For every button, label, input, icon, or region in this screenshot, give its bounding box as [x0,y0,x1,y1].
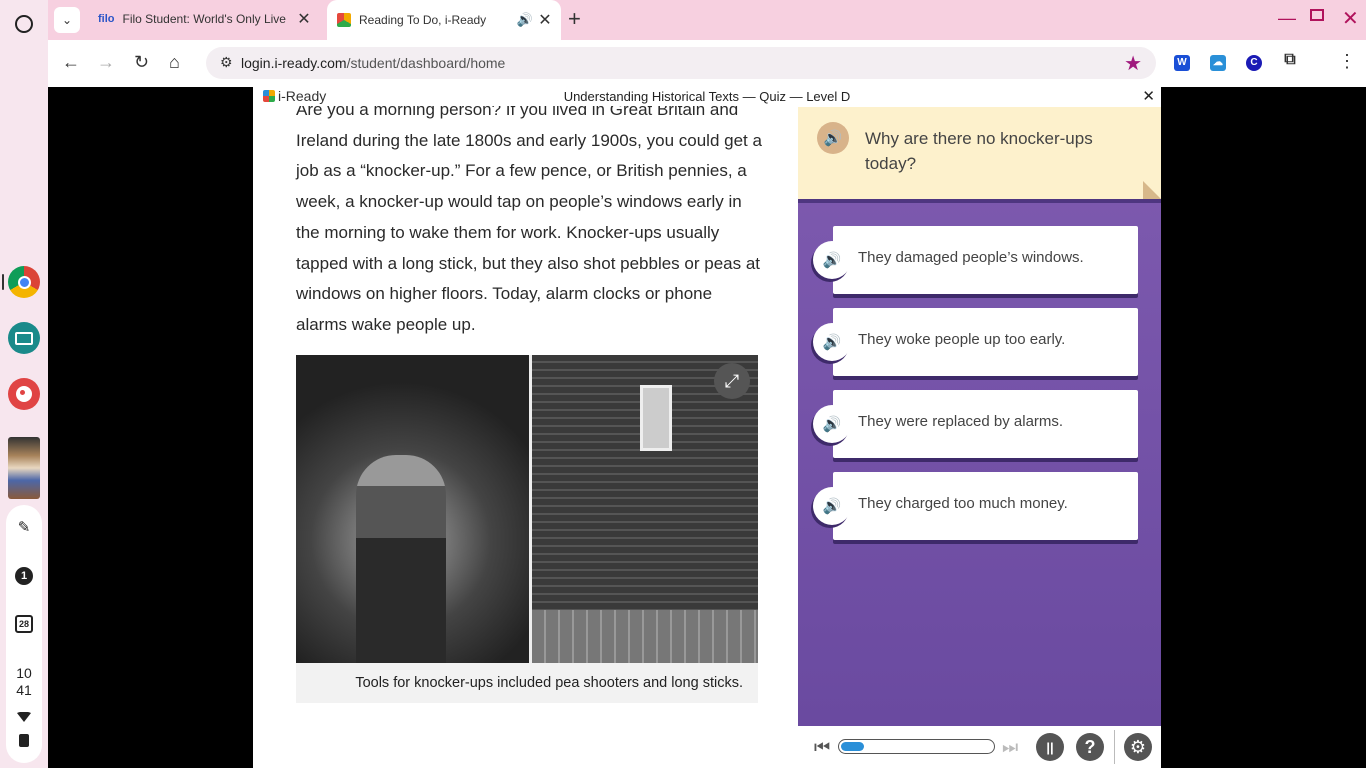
classroom-glyph-icon [15,331,33,345]
chromeos-shelf: ✎ 1 28 10 41 [0,0,48,768]
question-card: 🔊 Why are there no knocker-ups today? [798,107,1161,199]
browser-toolbar: ← → ↻ ⌂ ⚙ login.i-ready.com/student/dash… [48,40,1366,87]
choice-audio-icon[interactable]: 🔊 [813,241,851,279]
clock-minute: 41 [16,682,32,698]
previous-icon[interactable]: ⏮ [814,737,830,758]
window-close-icon[interactable]: ✕ [1342,6,1359,31]
tab-close-icon[interactable]: ✕ [294,9,314,29]
help-button[interactable]: ? [1076,733,1104,761]
choice-label: They damaged people’s windows. [858,249,1084,266]
question-panel: 🔊 Why are there no knocker-ups today? Th… [798,107,1161,726]
new-tab-button[interactable]: + [568,8,581,30]
question-audio-icon[interactable]: 🔊 [817,122,849,154]
reload-icon[interactable]: ↻ [134,52,149,73]
tab-strip: ⌄ filo Filo Student: World's Only Live ✕… [48,0,1366,40]
classroom-app-icon[interactable] [8,322,40,354]
lesson-title: Understanding Historical Texts — Quiz — … [563,89,851,104]
choice-audio-icon[interactable]: 🔊 [813,323,851,361]
paint-app-icon[interactable] [8,378,40,410]
tab-close-icon[interactable]: ✕ [535,10,555,30]
answer-choice-1[interactable]: They damaged people’s windows. [833,226,1138,294]
chrome-center-icon [17,275,31,289]
tab-title: Reading To Do, i-Ready [359,13,487,27]
choice-audio-icon[interactable]: 🔊 [813,487,851,525]
wifi-icon [17,712,31,722]
choice-label: They were replaced by alarms. [858,413,1064,430]
clock-hour: 10 [16,665,32,681]
progress-fill [841,742,864,751]
pea-shooter-photo [296,355,529,663]
iready-cube-icon [337,13,351,27]
choice-label: They woke people up too early. [858,331,1066,348]
choice-audio-icon[interactable]: 🔊 [813,405,851,443]
tab-audio-icon[interactable]: 🔊 [515,12,535,28]
site-info-icon[interactable]: ⚙ [220,54,233,71]
extension-w-icon[interactable]: W [1174,55,1190,71]
lesson-header: i-Ready Understanding Historical Texts —… [253,87,1161,106]
control-divider [1114,730,1115,764]
calendar-icon[interactable]: 28 [15,615,33,633]
progress-bar [838,739,995,754]
photo-caption: Tools for knocker-ups included pea shoot… [296,663,758,703]
extensions-puzzle-icon[interactable]: ⧉ [1282,52,1298,68]
question-text: Why are there no knocker-ups today? [865,129,1093,173]
reading-passage: Are you a morning person? If you lived i… [296,100,762,334]
answer-choice-2[interactable]: They woke people up too early. [833,308,1138,376]
chevron-down-icon: ⌄ [61,13,73,27]
extension-cloud-icon[interactable]: ☁ [1210,55,1226,71]
lesson-close-icon[interactable]: ✕ [1142,87,1155,105]
pinned-book-app-icon[interactable] [8,437,40,499]
lesson-controls: ⏮ ⏭ || ? ⚙ [798,726,1161,768]
browser-menu-icon[interactable]: ⋮ [1338,51,1356,72]
url-path: /student/dashboard/home [346,55,506,71]
minimize-icon[interactable]: — [1278,8,1296,29]
launcher-button[interactable] [8,8,40,40]
page-viewport: Are you a morning person? If you lived i… [48,87,1366,768]
tab-title: Filo Student: World's Only Live [122,12,286,26]
card-fold [1143,181,1161,199]
tab-search-button[interactable]: ⌄ [54,7,80,33]
bookmark-star-icon[interactable]: ★ [1124,51,1142,76]
extension-c-icon[interactable]: C [1246,55,1262,71]
next-icon[interactable]: ⏭ [1002,737,1018,758]
battery-icon [19,734,29,747]
knocker-up-photo: ⤢ [296,355,758,663]
filo-favicon-icon: filo [98,13,115,25]
expand-image-icon[interactable]: ⤢ [714,363,750,399]
launcher-icon [15,15,33,33]
forward-arrow-icon[interactable]: → [97,52,115,73]
home-icon[interactable]: ⌂ [169,52,180,73]
lesson-window: Are you a morning person? If you lived i… [253,87,1161,768]
palette-icon [16,386,32,402]
long-stick-photo [532,355,758,663]
clock[interactable]: 10 41 [6,665,42,699]
tab-filo[interactable]: filo Filo Student: World's Only Live ✕ [88,2,320,36]
answer-choice-3[interactable]: They were replaced by alarms. [833,390,1138,458]
tab-iready[interactable]: Reading To Do, i-Ready 🔊 ✕ [327,0,561,40]
stylus-pen-icon[interactable]: ✎ [6,518,42,536]
settings-gear-icon[interactable]: ⚙ [1124,733,1152,761]
chrome-app-icon[interactable] [8,266,40,298]
url-host: login.i-ready.com [241,55,347,71]
answer-choice-4[interactable]: They charged too much money. [833,472,1138,540]
running-indicator [2,274,4,290]
choice-label: They charged too much money. [858,495,1068,512]
status-area[interactable]: ✎ 1 28 10 41 [6,505,42,763]
url-text[interactable]: login.i-ready.com/student/dashboard/home [241,55,505,71]
maximize-icon[interactable] [1310,9,1324,21]
back-arrow-icon[interactable]: ← [62,52,80,73]
notification-badge[interactable]: 1 [15,567,33,585]
address-bar[interactable]: ⚙ login.i-ready.com/student/dashboard/ho… [206,47,1156,79]
pause-button[interactable]: || [1036,733,1064,761]
